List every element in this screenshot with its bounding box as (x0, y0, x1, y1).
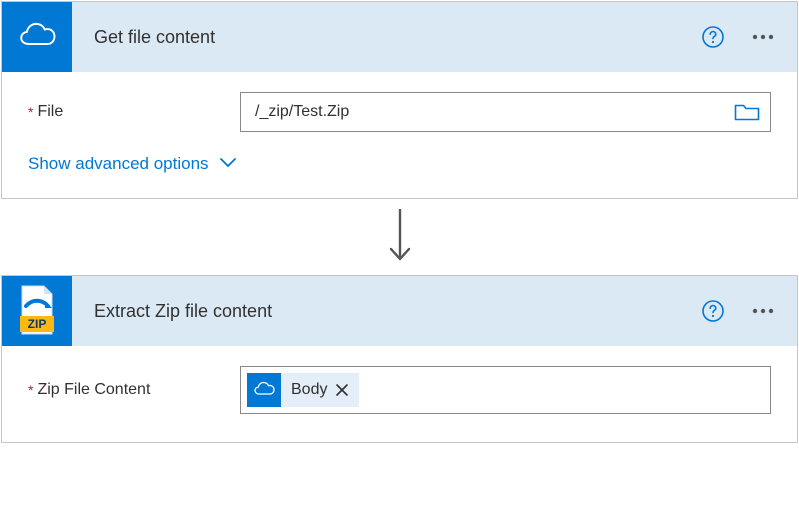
svg-text:ZIP: ZIP (28, 317, 47, 331)
card-title: Get file content (72, 27, 701, 48)
file-input-wrap[interactable] (240, 92, 771, 132)
onedrive-icon (247, 373, 281, 407)
onedrive-icon (2, 2, 72, 72)
folder-browse-icon[interactable] (734, 102, 760, 122)
token-label: Body (291, 381, 327, 399)
zip-file-icon: ZIP (2, 276, 72, 346)
flow-arrow-icon (385, 207, 415, 268)
more-icon[interactable] (749, 25, 777, 49)
action-card-get-file-content: Get file content * File (1, 1, 798, 199)
field-label-text: File (37, 103, 63, 121)
flow-connector (0, 200, 799, 274)
field-row-file: * File (28, 92, 771, 132)
show-advanced-options-link[interactable]: Show advanced options (28, 150, 237, 188)
more-icon[interactable] (749, 299, 777, 323)
help-icon[interactable] (701, 25, 725, 49)
close-icon[interactable] (335, 383, 349, 397)
help-icon[interactable] (701, 299, 725, 323)
chevron-down-icon (219, 154, 237, 174)
field-label-text: Zip File Content (37, 381, 150, 399)
card-header[interactable]: ZIP Extract Zip file content (2, 276, 797, 346)
field-label: * Zip File Content (28, 381, 228, 399)
action-card-extract-zip: ZIP Extract Zip file content (1, 275, 798, 443)
file-input[interactable] (253, 102, 726, 122)
card-body: * File Show advanced options (2, 72, 797, 198)
header-actions (701, 299, 777, 323)
card-header[interactable]: Get file content (2, 2, 797, 72)
dynamic-content-token-body[interactable]: Body (247, 373, 359, 407)
header-actions (701, 25, 777, 49)
zip-content-input[interactable]: Body (240, 366, 771, 414)
required-indicator: * (28, 382, 33, 398)
field-row-zip-content: * Zip File Content Body (28, 366, 771, 414)
card-title: Extract Zip file content (72, 301, 701, 322)
required-indicator: * (28, 104, 33, 120)
field-label: * File (28, 103, 228, 121)
advanced-options-label: Show advanced options (28, 154, 209, 174)
card-body: * Zip File Content Body (2, 346, 797, 442)
